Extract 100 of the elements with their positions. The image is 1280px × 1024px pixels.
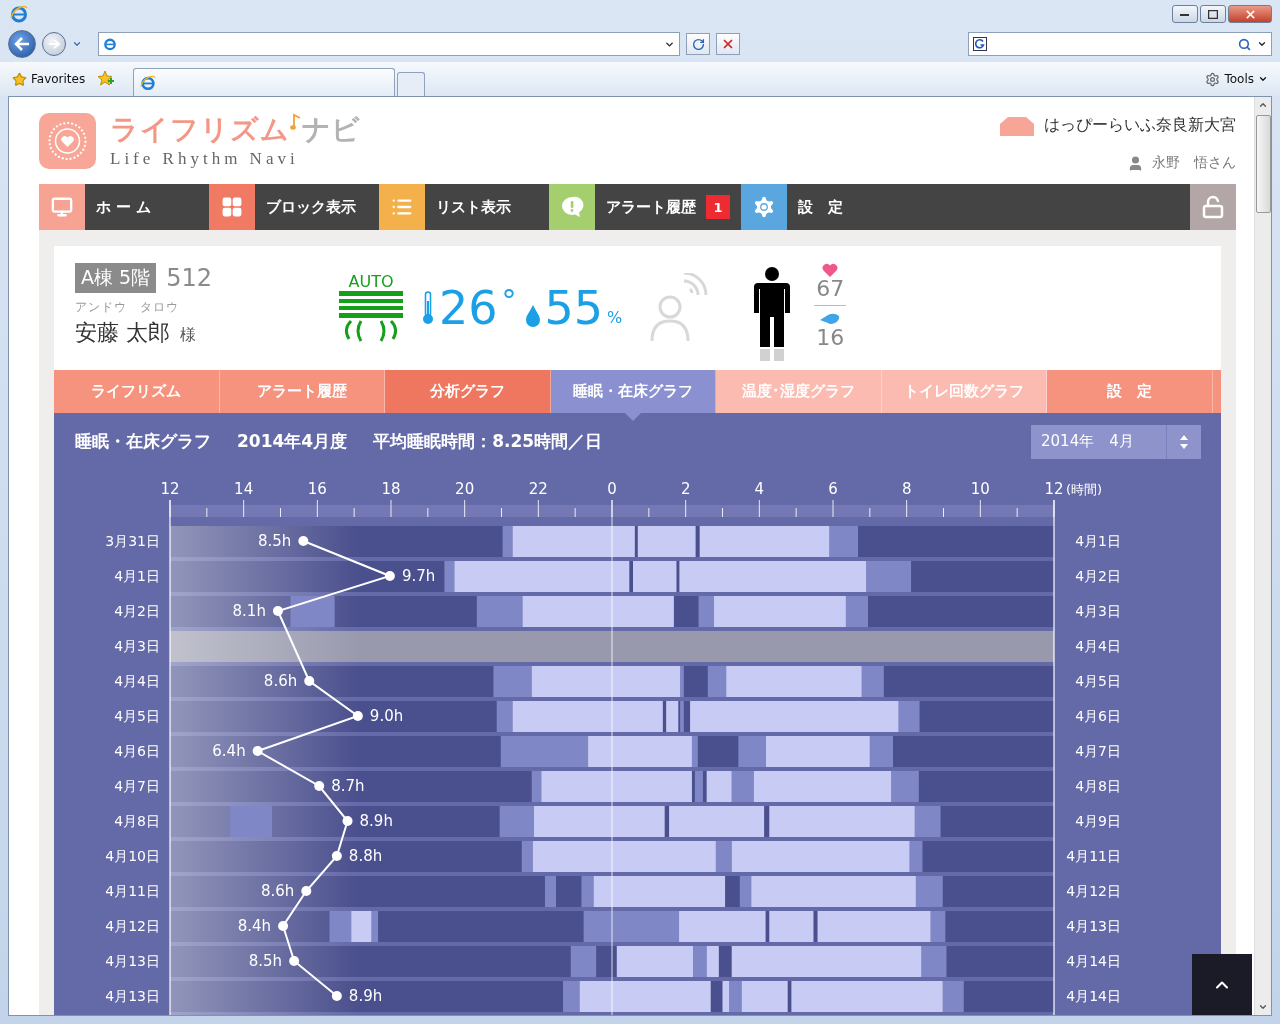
graph-tab[interactable]: トイレ回数グラフ (881, 370, 1047, 413)
maximize-button[interactable] (1200, 5, 1226, 23)
average-sleep: 平均睡眠時間：8.25時間／日 (373, 430, 603, 453)
sleep-hours-label: 8.9h (359, 812, 393, 830)
scroll-thumb[interactable] (1255, 115, 1271, 213)
axis-label: 12 (160, 480, 180, 498)
sleep-hours-label: 8.6h (263, 672, 298, 690)
forward-button[interactable] (42, 32, 66, 56)
tools-button[interactable]: Tools (1201, 69, 1272, 89)
sleep-point (342, 816, 353, 826)
sleep-point (278, 921, 289, 931)
graph-tab[interactable]: アラート履歴 (219, 370, 385, 413)
user-name: 永野 悟さん (1152, 154, 1236, 172)
axis-label: 0 (607, 480, 617, 498)
exclamation-bubble-icon (560, 195, 584, 219)
respiration-value: 16 (816, 325, 845, 350)
in-bed-segment (570, 946, 597, 977)
in-bed-segment (521, 841, 533, 872)
air-conditioner-icon (339, 291, 403, 343)
in-bed-segment (693, 946, 707, 977)
address-field[interactable] (98, 32, 680, 56)
forward-arrow-icon (48, 39, 60, 49)
sleep-point (331, 851, 342, 861)
sleep-segment (666, 701, 679, 732)
sleep-hours-label: 9.7h (401, 567, 436, 585)
tab-bar-end (1212, 370, 1221, 413)
minimize-button[interactable] (1172, 5, 1198, 23)
graph-tab[interactable]: 分析グラフ (385, 370, 551, 413)
in-bed-segment (921, 946, 947, 977)
sleep-segment (722, 981, 730, 1012)
sleep-segment (769, 911, 814, 942)
axis-label: 4 (754, 480, 765, 498)
date-label: 4月2日 (1075, 568, 1121, 584)
in-bed-segment (581, 876, 594, 907)
axis-label: 6 (828, 480, 838, 498)
sleep-point (289, 956, 300, 966)
in-bed-segment (531, 771, 542, 802)
browser-tab[interactable] (133, 68, 396, 96)
favorites-button[interactable]: Favorites (8, 69, 90, 89)
axis-label: 2 (680, 480, 691, 498)
honorific: 様 (180, 324, 196, 346)
sleep-point (272, 606, 283, 616)
date-label: 4月3日 (114, 638, 160, 654)
standing-person-icon (752, 267, 793, 361)
date-label: 4月4日 (114, 673, 160, 689)
close-button[interactable] (1228, 5, 1272, 23)
search-field[interactable] (968, 32, 1272, 56)
in-bed-segment (444, 561, 455, 592)
history-dropdown-icon[interactable] (72, 39, 82, 49)
date-label: 4月12日 (105, 918, 160, 934)
sleep-point (252, 746, 263, 756)
refresh-button[interactable] (686, 33, 710, 55)
graph-tab[interactable]: 設 定 (1047, 370, 1213, 413)
month-select[interactable]: 2014年 4月 (1031, 424, 1201, 459)
monitor-icon (51, 196, 73, 218)
date-label: 4月11日 (1066, 848, 1121, 864)
back-button[interactable] (8, 30, 36, 58)
search-icon[interactable] (1238, 37, 1251, 51)
list-icon (391, 196, 413, 218)
stop-button[interactable] (716, 33, 740, 55)
sleep-point (352, 711, 363, 721)
breath-icon (820, 311, 841, 326)
alert-count-badge: 1 (706, 195, 730, 219)
sleep-segment (741, 981, 788, 1012)
sleep-segment (351, 911, 372, 942)
graph-tab[interactable]: 温度･湿度グラフ (716, 370, 882, 413)
gear-icon (1205, 71, 1221, 87)
axis-label: 12 (1044, 480, 1064, 498)
stop-icon (721, 37, 735, 51)
date-label: 4月7日 (1075, 743, 1121, 759)
name-kana: アンドウ タロウ (75, 298, 180, 316)
in-bed-segment (845, 596, 868, 627)
thermometer-icon (421, 291, 435, 325)
scroll-up-icon (1258, 100, 1268, 110)
resident-name: 安藤 太郎 (75, 318, 170, 347)
new-tab-button[interactable] (397, 72, 426, 96)
sleep-hours-label: 8.1h (232, 602, 266, 620)
facility-name: はっぴーらいふ奈良新大宮 (1044, 115, 1236, 136)
date-label: 4月6日 (114, 743, 160, 759)
axis-unit: (時間) (1066, 482, 1103, 497)
back-arrow-icon (14, 37, 30, 51)
date-label: 4月7日 (114, 778, 160, 794)
graph-tab[interactable]: ライフリズム (54, 370, 220, 413)
in-bed-segment (563, 981, 580, 1012)
in-bed-segment (729, 981, 742, 1012)
date-label: 4月10日 (105, 848, 160, 864)
date-label: 4月12日 (1066, 883, 1121, 899)
temperature-value: 26 (439, 283, 498, 333)
in-bed-segment (942, 981, 964, 1012)
sleep-point (384, 571, 395, 581)
in-bed-segment (493, 666, 532, 697)
unlock-button[interactable] (1190, 184, 1236, 230)
in-bed-segment (898, 701, 920, 732)
sleep-point (298, 536, 309, 546)
heart-icon (822, 262, 839, 277)
droplet-icon (524, 305, 541, 327)
add-favorite-icon[interactable] (97, 70, 116, 88)
sleep-segment (633, 561, 677, 592)
date-label: 4月4日 (1075, 638, 1121, 654)
page-icon (140, 74, 157, 91)
